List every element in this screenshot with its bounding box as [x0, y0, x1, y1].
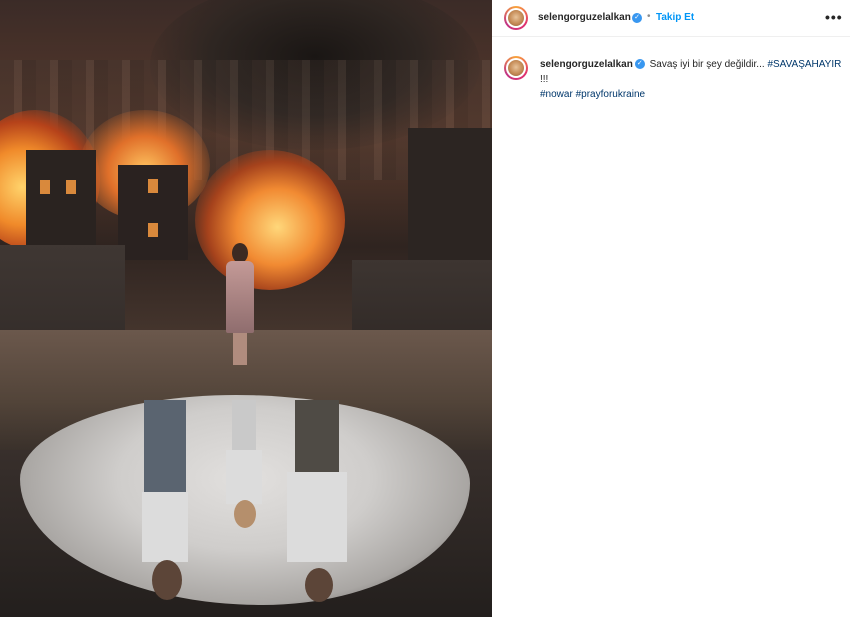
separator-dot: • — [647, 11, 651, 22]
caption-username[interactable]: selengorguzelalkan — [540, 59, 633, 70]
hashtag-prayforukraine[interactable]: #prayforukraine — [576, 89, 645, 100]
header-username[interactable]: selengorguzelalkan — [538, 12, 631, 23]
caption-avatar[interactable] — [504, 56, 528, 80]
ruined-building-middle — [118, 165, 188, 260]
reflection-adult-right — [285, 400, 353, 605]
reflection-adult-left — [138, 400, 198, 605]
post-header: selengorguzelalkan ✓ • Takip Et ••• — [492, 0, 850, 37]
caption-exclamation: !!! — [540, 74, 549, 85]
caption-text: Savaş iyi bir şey değildir... — [649, 59, 765, 70]
avatar[interactable] — [504, 6, 528, 30]
post-panel: selengorguzelalkan ✓ • Takip Et ••• sele… — [492, 0, 850, 617]
caption: selengorguzelalkan ✓ Savaş iyi bir şey de… — [540, 57, 846, 102]
more-options-icon[interactable]: ••• — [825, 9, 843, 25]
caption-verified-icon: ✓ — [634, 59, 645, 70]
hashtag-savasahayir[interactable]: #SAVAŞAHAYIR — [767, 59, 841, 70]
verified-badge-icon: ✓ — [632, 13, 642, 23]
reflection-child — [222, 400, 266, 530]
ruined-building-left — [26, 150, 96, 250]
girl-figure — [224, 243, 256, 367]
follow-button[interactable]: Takip Et — [656, 12, 694, 23]
fire-center — [195, 150, 345, 290]
hashtag-nowar[interactable]: #nowar — [540, 89, 573, 100]
post-image[interactable] — [0, 0, 492, 617]
